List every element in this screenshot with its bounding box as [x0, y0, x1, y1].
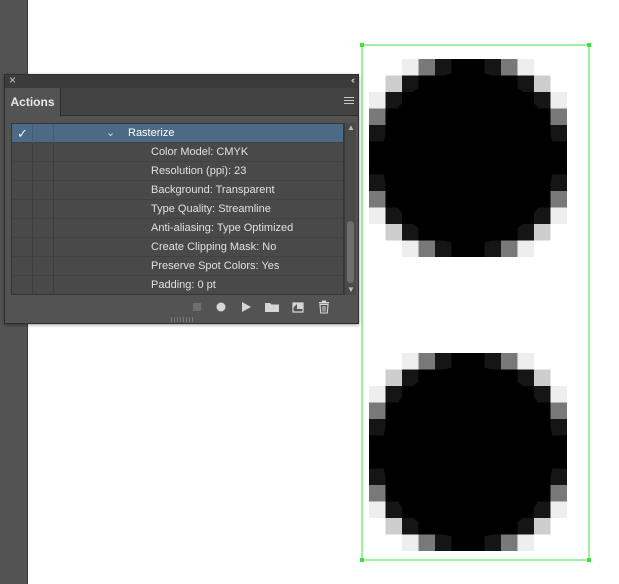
create-new-set-button[interactable]	[264, 300, 280, 314]
actions-list: ✓ ⌄ Rasterize Color Model: CMYK Resolutio…	[11, 123, 344, 295]
scrollbar-thumb[interactable]	[347, 221, 354, 283]
toggle-dialog-box[interactable]	[33, 200, 54, 219]
toggle-dialog-box[interactable]	[33, 238, 54, 257]
toggle-dialog-box[interactable]	[33, 276, 54, 294]
toggle-item-checkbox[interactable]	[12, 219, 33, 238]
checkmark-icon: ✓	[17, 126, 28, 141]
action-step-row[interactable]: Padding: 0 pt	[12, 276, 343, 294]
action-step-label: Preserve Spot Colors: Yes	[151, 260, 280, 272]
toggle-dialog-box[interactable]	[33, 162, 54, 181]
rasterized-circle-bottom	[369, 353, 567, 551]
new-item-icon	[292, 302, 304, 313]
action-step-label: Padding: 0 pt	[151, 279, 216, 291]
action-step-row[interactable]: Create Clipping Mask: No	[12, 238, 343, 257]
toggle-item-checkbox[interactable]	[12, 238, 33, 257]
hamburger-menu-icon[interactable]	[344, 97, 354, 105]
action-step-label: Type Quality: Streamline	[151, 203, 271, 215]
action-step-row[interactable]: Anti-aliasing: Type Optimized	[12, 219, 343, 238]
scroll-up-arrow-icon[interactable]: ▲	[345, 123, 357, 133]
panel-toolbar	[5, 297, 358, 317]
selection-handle[interactable]	[360, 43, 364, 47]
panel-tab-bar: Actions	[5, 88, 358, 117]
record-icon	[216, 302, 226, 312]
chevron-down-icon[interactable]: ⌄	[106, 124, 115, 143]
toggle-item-checkbox[interactable]	[12, 257, 33, 276]
toggle-dialog-box[interactable]	[33, 181, 54, 200]
selection-handle[interactable]	[587, 558, 591, 562]
toggle-item-checkbox[interactable]	[12, 162, 33, 181]
action-step-row[interactable]: Resolution (ppi): 23	[12, 162, 343, 181]
list-scrollbar[interactable]: ▲ ▼	[344, 123, 356, 295]
action-step-label: Resolution (ppi): 23	[151, 165, 247, 177]
toggle-item-checkbox[interactable]	[12, 143, 33, 162]
toggle-item-checkbox[interactable]: ✓	[12, 124, 33, 143]
toggle-item-checkbox[interactable]	[12, 200, 33, 219]
action-step-label: Background: Transparent	[151, 184, 275, 196]
selection-handle[interactable]	[360, 558, 364, 562]
toggle-item-checkbox[interactable]	[12, 181, 33, 200]
stop-playing-button[interactable]	[189, 300, 205, 314]
delete-selection-button[interactable]	[316, 300, 332, 314]
stop-icon	[193, 303, 201, 311]
rasterized-circle-top	[369, 59, 567, 257]
toggle-dialog-box[interactable]	[33, 143, 54, 162]
tab-actions[interactable]: Actions	[5, 88, 61, 117]
panel-resize-grip[interactable]	[171, 317, 193, 322]
action-step-row[interactable]: Color Model: CMYK	[12, 143, 343, 162]
action-step-row[interactable]: Preserve Spot Colors: Yes	[12, 257, 343, 276]
toggle-dialog-box[interactable]	[33, 257, 54, 276]
actions-panel: × ‹‹ Actions ✓ ⌄ Rasterize Color Model: …	[4, 74, 359, 324]
scroll-down-arrow-icon[interactable]: ▼	[345, 285, 357, 295]
begin-recording-button[interactable]	[213, 300, 229, 314]
action-label: Rasterize	[128, 127, 175, 139]
toggle-dialog-box[interactable]	[33, 124, 54, 143]
collapse-panel-icon[interactable]: ‹‹	[351, 74, 355, 87]
play-selection-button[interactable]	[238, 300, 254, 314]
folder-icon	[265, 303, 279, 312]
action-step-row[interactable]: Background: Transparent	[12, 181, 343, 200]
action-step-label: Create Clipping Mask: No	[151, 241, 277, 253]
action-row-rasterize[interactable]: ✓ ⌄ Rasterize	[12, 124, 343, 143]
play-icon	[242, 302, 251, 312]
close-icon[interactable]: ×	[9, 74, 16, 87]
selection-handle[interactable]	[587, 43, 591, 47]
panel-title-bar[interactable]: × ‹‹	[5, 74, 358, 88]
trash-icon	[319, 300, 329, 314]
create-new-action-button[interactable]	[290, 300, 306, 314]
action-step-label: Color Model: CMYK	[151, 146, 249, 158]
toggle-dialog-box[interactable]	[33, 219, 54, 238]
action-step-label: Anti-aliasing: Type Optimized	[151, 222, 294, 234]
action-step-row[interactable]: Type Quality: Streamline	[12, 200, 343, 219]
toggle-item-checkbox[interactable]	[12, 276, 33, 294]
